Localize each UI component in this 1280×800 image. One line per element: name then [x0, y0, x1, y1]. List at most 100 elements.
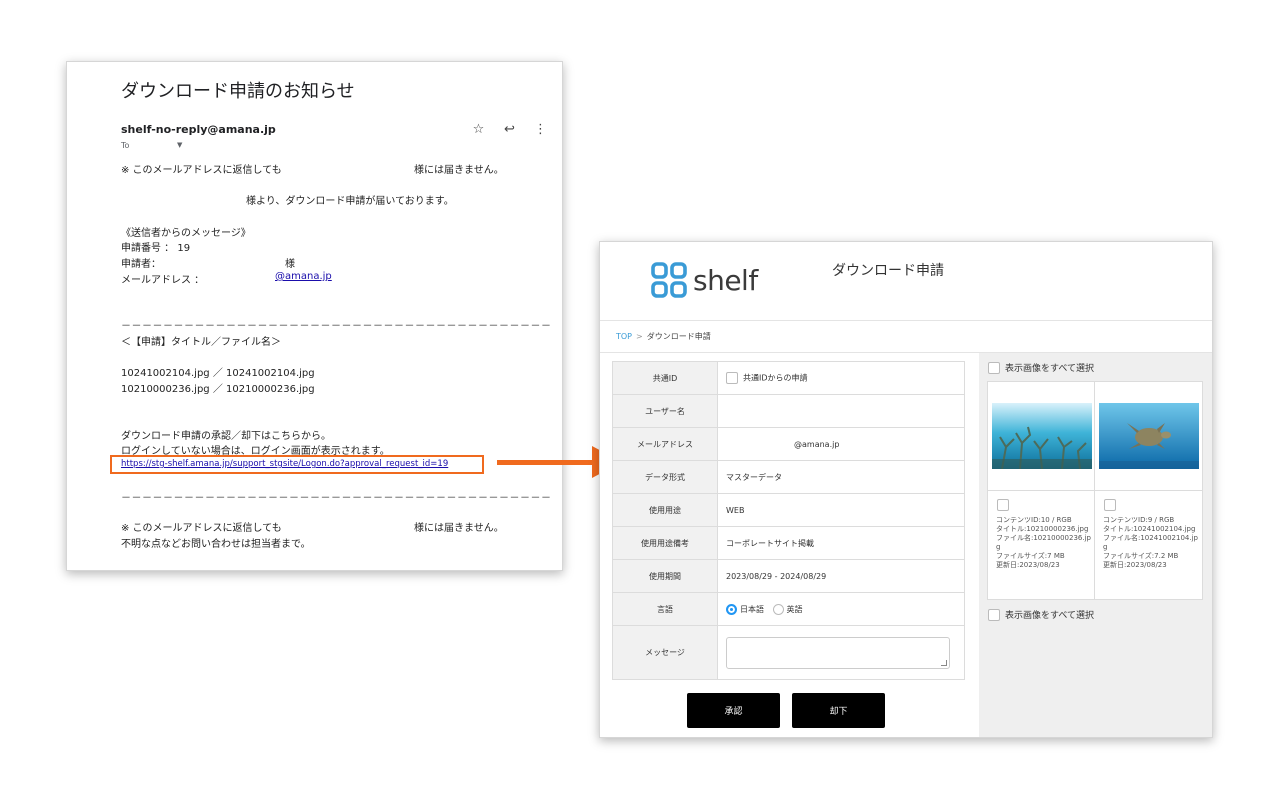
select-all-top[interactable]: 表示画像をすべて選択: [988, 361, 1094, 374]
flow-arrow-line: [497, 460, 597, 465]
card-title: タイトル:10241002104.jpg: [1103, 525, 1196, 533]
form-row-language: 言語 日本語 英語: [612, 592, 965, 626]
email-files-header: ＜【申請】タイトル／ファイル名＞: [121, 337, 281, 348]
form-row-message: メッセージ: [612, 625, 965, 680]
card-checkbox[interactable]: [1104, 499, 1116, 511]
common-id-checkbox[interactable]: [726, 372, 738, 384]
more-vert-icon[interactable]: ⋮: [533, 122, 548, 137]
email-notice-bottom-right: 様には届きません。: [414, 523, 504, 534]
thumbnail-coral[interactable]: [992, 403, 1092, 469]
card-divider: [1095, 490, 1202, 491]
common-id-cell: 共通IDからの申請: [717, 361, 965, 395]
form-row-mail: メールアドレス @amana.jp: [612, 427, 965, 461]
format-label: データ形式: [612, 460, 718, 494]
card-checkbox[interactable]: [997, 499, 1009, 511]
page-title: ダウンロード申請: [832, 263, 944, 279]
form-row-user: ユーザー名: [612, 394, 965, 428]
email-applicant-suffix: 様: [285, 259, 295, 270]
to-details-caret-icon[interactable]: ▼: [177, 141, 182, 149]
card-meta: コンテンツID:10 / RGB タイトル:10210000236.jpg ファ…: [996, 516, 1092, 570]
email-notice-bottom-left: ※ このメールアドレスに返信しても: [121, 523, 282, 534]
common-id-checkbox-label: 共通IDからの申請: [743, 373, 808, 383]
language-japanese-label: 日本語: [740, 604, 764, 614]
email-sender[interactable]: shelf-no-reply@amana.jp: [121, 123, 276, 136]
select-all-label: 表示画像をすべて選択: [1005, 364, 1095, 374]
message-textarea[interactable]: [726, 636, 950, 669]
period-value: 2023/08/29 - 2024/08/29: [717, 559, 965, 593]
image-cards: コンテンツID:10 / RGB タイトル:10210000236.jpg ファ…: [987, 381, 1203, 600]
form-row-usage-note: 使用用途備考 コーポレートサイト掲載: [612, 526, 965, 560]
usage-note-label: 使用用途備考: [612, 526, 718, 560]
card-filesize: ファイルサイズ:7.2 MB: [1103, 552, 1179, 560]
card-updated: 更新日:2023/08/23: [996, 561, 1060, 569]
form-row-usage: 使用用途 WEB: [612, 493, 965, 527]
coral-image-icon: [992, 403, 1092, 469]
star-icon[interactable]: ☆: [471, 122, 486, 137]
user-value: [717, 394, 965, 428]
breadcrumb-separator: >: [636, 332, 643, 341]
email-request-number: 申請番号 ： 19: [121, 243, 191, 254]
email-file-item: 10210000236.jpg ／ 10210000236.jpg: [121, 384, 315, 395]
email-footer: 不明な点などお問い合わせは担当者まで。: [121, 539, 311, 550]
email-approve-line1: ダウンロード申請の承認／却下はこちらから。: [121, 431, 331, 442]
email-address-link[interactable]: @amana.jp: [275, 271, 332, 282]
select-all-label: 表示画像をすべて選択: [1005, 611, 1095, 621]
url-highlight-box: [110, 455, 484, 474]
request-form-table: 共通ID 共通IDからの申請 ユーザー名 メールアドレス @amana.jp デ…: [612, 361, 965, 680]
header-divider: [600, 320, 1212, 321]
card-filename: ファイル名:10210000236.jpg: [996, 534, 1091, 551]
user-label: ユーザー名: [612, 394, 718, 428]
thumbnail-turtle[interactable]: [1099, 403, 1199, 469]
breadcrumb: TOP > ダウンロード申請: [616, 331, 711, 342]
common-id-label: 共通ID: [612, 361, 718, 395]
usage-note-value: コーポレートサイト掲載: [717, 526, 965, 560]
language-radio-english[interactable]: [772, 603, 784, 615]
form-row-period: 使用期間 2023/08/29 - 2024/08/29: [612, 559, 965, 593]
message-cell: [717, 625, 965, 680]
usage-label: 使用用途: [612, 493, 718, 527]
form-row-format: データ形式 マスターデータ: [612, 460, 965, 494]
select-all-bottom[interactable]: 表示画像をすべて選択: [988, 608, 1094, 621]
breadcrumb-top-link[interactable]: TOP: [616, 332, 632, 341]
message-label: メッセージ: [612, 625, 718, 680]
reject-button[interactable]: 却下: [792, 693, 885, 728]
language-options: 日本語 英語: [717, 592, 965, 626]
email-notice-top-right: 様には届きません。: [414, 165, 504, 176]
form-row-common-id: 共通ID 共通IDからの申請: [612, 361, 965, 395]
language-radio-japanese[interactable]: [726, 603, 737, 615]
shelf-logo[interactable]: shelf: [651, 262, 758, 298]
email-to-label: To: [121, 141, 130, 150]
breadcrumb-current: ダウンロード申請: [646, 332, 711, 341]
email-message-header: 《送信者からのメッセージ》: [121, 228, 251, 239]
reply-all-icon[interactable]: ↩: [502, 122, 517, 137]
email-divider-top: －－－－－－－－－－－－－－－－－－－－－－－－－－－－－－－－－－－－－－－－…: [121, 321, 552, 332]
email-panel: ダウンロード申請のお知らせ shelf-no-reply@amana.jp To…: [66, 61, 563, 571]
approve-button[interactable]: 承認: [687, 693, 780, 728]
email-notice-top-left: ※ このメールアドレスに返信しても: [121, 165, 282, 176]
email-file-item: 10241002104.jpg ／ 10241002104.jpg: [121, 368, 315, 379]
mail-label: メールアドレス: [612, 427, 718, 461]
email-actions: ☆ ↩ ⋮: [471, 122, 548, 137]
usage-value: WEB: [717, 493, 965, 527]
language-english-label: 英語: [786, 604, 803, 614]
card-updated: 更新日:2023/08/23: [1103, 561, 1167, 569]
email-subject: ダウンロード申請のお知らせ: [121, 81, 355, 102]
card-meta: コンテンツID:9 / RGB タイトル:10241002104.jpg ファイ…: [1103, 516, 1199, 570]
format-value: マスターデータ: [717, 460, 965, 494]
email-address-label: メールアドレス ：: [121, 275, 205, 286]
select-all-checkbox[interactable]: [988, 361, 1000, 374]
email-applicant-label: 申請者：: [121, 259, 161, 270]
card-divider: [988, 490, 1094, 491]
mail-value-text: @amana.jp: [794, 439, 840, 449]
image-selection-panel: 表示画像をすべて選択 コンテンツID:10 / RGB タイトル:1021000…: [979, 353, 1212, 737]
card-content-id: コンテンツID:9 / RGB: [1103, 516, 1175, 524]
language-label: 言語: [612, 592, 718, 626]
image-card: コンテンツID:9 / RGB タイトル:10241002104.jpg ファイ…: [1095, 382, 1202, 599]
card-content-id: コンテンツID:10 / RGB: [996, 516, 1072, 524]
mail-value: @amana.jp: [717, 427, 965, 461]
shelf-window: shelf ダウンロード申請 TOP > ダウンロード申請 共通ID 共通IDからの…: [599, 241, 1213, 738]
select-all-checkbox[interactable]: [988, 608, 1000, 621]
email-intro: 様より、ダウンロード申請が届いております。: [246, 196, 454, 207]
card-filesize: ファイルサイズ:7 MB: [996, 552, 1065, 560]
image-card: コンテンツID:10 / RGB タイトル:10210000236.jpg ファ…: [988, 382, 1095, 599]
